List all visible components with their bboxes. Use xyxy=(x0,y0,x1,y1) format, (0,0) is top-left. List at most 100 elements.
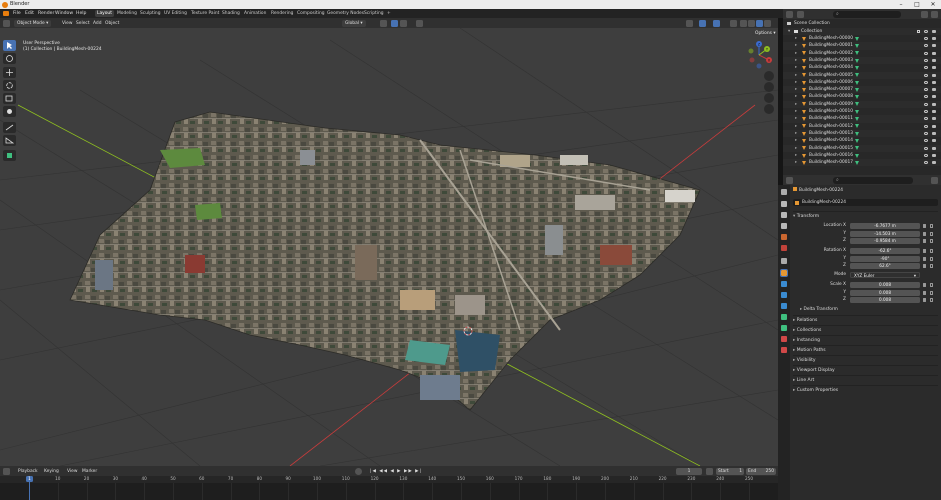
scale-x-field[interactable]: 0.008 xyxy=(850,282,920,288)
expand-arrow-icon[interactable]: ▸ xyxy=(795,50,797,57)
mesh-data-icon[interactable] xyxy=(855,73,859,78)
overlays-toggle-icon[interactable] xyxy=(713,19,720,27)
workspace-tab-compositing[interactable]: Compositing xyxy=(295,10,327,17)
visibility-eye-icon[interactable] xyxy=(924,37,928,40)
visibility-eye-icon[interactable] xyxy=(924,88,928,92)
collection-tab-icon[interactable] xyxy=(781,258,787,264)
render-tab-icon[interactable] xyxy=(781,201,787,207)
render-camera-icon[interactable] xyxy=(932,58,936,62)
timeline-menu-marker[interactable]: Marker xyxy=(82,468,97,475)
xray-toggle-icon[interactable] xyxy=(730,19,737,27)
mesh-data-icon[interactable] xyxy=(855,153,859,158)
animate-property-icon[interactable] xyxy=(923,290,926,295)
workspace-tab-geometry-nodes[interactable]: Geometry Nodes xyxy=(325,10,366,17)
object-mode-dropdown[interactable]: Object Mode ▾ xyxy=(14,19,52,27)
expand-arrow-icon[interactable]: ▸ xyxy=(795,64,797,71)
outliner-row[interactable]: ▸ BuildingMesh-00013 xyxy=(783,129,941,138)
render-camera-icon[interactable] xyxy=(932,146,936,150)
expand-arrow-icon[interactable]: ▸ xyxy=(795,101,797,108)
render-camera-icon[interactable] xyxy=(932,131,936,135)
select-box-tool[interactable] xyxy=(3,40,16,51)
render-camera-icon[interactable] xyxy=(932,73,936,77)
new-collection-icon[interactable] xyxy=(931,10,938,18)
render-camera-icon[interactable] xyxy=(932,102,936,106)
material-tab-icon[interactable] xyxy=(781,336,787,342)
location-y-field[interactable]: -14.503 m xyxy=(850,230,920,237)
outliner-row[interactable]: ▸ BuildingMesh-00006 xyxy=(783,79,941,86)
workspace-tab-scripting[interactable]: Scripting xyxy=(362,10,386,17)
snap-toggle-icon[interactable] xyxy=(391,19,398,27)
section-motion-paths[interactable]: ▸ Motion Paths xyxy=(793,345,938,354)
menu-edit[interactable]: Edit xyxy=(25,9,34,18)
expand-arrow-icon[interactable]: ▸ xyxy=(795,72,797,79)
rotation-mode-dropdown[interactable]: XYZ Euler ▾ xyxy=(850,272,920,278)
render-camera-icon[interactable] xyxy=(932,66,936,70)
lock-icon[interactable] xyxy=(930,256,933,261)
animate-property-icon[interactable] xyxy=(923,298,926,302)
lock-icon[interactable] xyxy=(930,224,933,228)
lock-icon[interactable] xyxy=(930,231,933,236)
expand-arrow-icon[interactable]: ▸ xyxy=(795,152,797,159)
outliner-row[interactable]: ▸ BuildingMesh-00005 xyxy=(783,71,941,79)
menu-view[interactable]: View xyxy=(62,20,72,27)
expand-arrow-icon[interactable]: ▸ xyxy=(795,108,797,115)
record-keyframe-icon[interactable] xyxy=(355,467,362,475)
gizmo-neg-z-axis[interactable] xyxy=(756,63,762,69)
outliner-row[interactable]: ▸ BuildingMesh-00007 xyxy=(783,86,941,94)
minimize-button[interactable]: – xyxy=(893,0,909,9)
expand-arrow-icon[interactable]: ▸ xyxy=(795,130,797,137)
preview-range-icon[interactable] xyxy=(706,467,713,475)
menu-object[interactable]: Object xyxy=(105,20,119,27)
render-camera-icon[interactable] xyxy=(932,37,936,40)
lock-icon[interactable] xyxy=(930,239,933,243)
mesh-data-icon[interactable] xyxy=(855,146,859,151)
expand-arrow-icon[interactable]: ▸ xyxy=(795,42,797,49)
outliner-row[interactable]: ▸ BuildingMesh-00000 xyxy=(783,35,941,42)
add-cube-tool[interactable] xyxy=(3,150,16,161)
animate-property-icon[interactable] xyxy=(923,224,926,228)
blender-menu-icon[interactable] xyxy=(3,11,9,16)
visibility-eye-icon[interactable] xyxy=(924,153,928,157)
current-frame-field[interactable]: 1 xyxy=(676,467,702,475)
add-workspace-button[interactable]: + xyxy=(385,10,393,17)
render-camera-icon[interactable] xyxy=(932,117,936,121)
end-frame-field[interactable]: End 250 xyxy=(746,467,776,475)
properties-search-input[interactable]: ⌕ xyxy=(833,176,913,184)
visibility-icon[interactable] xyxy=(686,19,693,27)
transform-orientation-dropdown[interactable]: Global ▾ xyxy=(342,19,366,27)
section-line-art[interactable]: ▸ Line Art xyxy=(793,375,938,384)
animate-property-icon[interactable] xyxy=(923,283,926,287)
workspace-tab-sculpting[interactable]: Sculpting xyxy=(138,10,163,17)
visibility-eye-icon[interactable] xyxy=(924,102,928,106)
location-x-field[interactable]: -6.7677 m xyxy=(850,223,920,229)
animate-property-icon[interactable] xyxy=(923,264,926,268)
physics-tab-icon[interactable] xyxy=(781,303,787,309)
scene-tab-icon[interactable] xyxy=(781,234,787,240)
timeline-menu-playback[interactable]: Playback xyxy=(18,468,38,475)
view-layer-tab-icon[interactable] xyxy=(781,223,787,229)
maximize-button[interactable]: □ xyxy=(909,0,925,9)
mesh-data-icon[interactable] xyxy=(855,117,859,122)
visibility-eye-icon[interactable] xyxy=(924,73,928,77)
lock-icon[interactable] xyxy=(930,290,933,295)
visibility-eye-icon[interactable] xyxy=(924,58,928,62)
lock-icon[interactable] xyxy=(930,249,933,253)
animate-property-icon[interactable] xyxy=(923,231,926,236)
rotation-z-field[interactable]: 62.6° xyxy=(850,263,920,269)
expand-arrow-icon[interactable]: ▸ xyxy=(795,137,797,144)
render-camera-icon[interactable] xyxy=(932,80,936,84)
object-tab-icon[interactable] xyxy=(780,269,788,277)
section-collections[interactable]: ▸ Collections xyxy=(793,325,938,334)
timeline-menu-keying[interactable]: Keying xyxy=(44,468,59,475)
mesh-data-icon[interactable] xyxy=(855,58,859,63)
render-camera-icon[interactable] xyxy=(932,139,936,143)
render-camera-icon[interactable] xyxy=(932,161,936,165)
lock-icon[interactable] xyxy=(930,298,933,302)
mesh-data-icon[interactable] xyxy=(855,160,859,165)
outliner-row[interactable]: ▸ BuildingMesh-00009 xyxy=(783,100,941,108)
visibility-eye-icon[interactable] xyxy=(924,117,928,121)
section-instancing[interactable]: ▸ Instancing xyxy=(793,335,938,344)
render-camera-icon[interactable] xyxy=(932,95,936,99)
outliner-search-input[interactable]: ⌕ xyxy=(833,10,901,18)
expand-arrow-icon[interactable]: ▸ xyxy=(795,57,797,64)
